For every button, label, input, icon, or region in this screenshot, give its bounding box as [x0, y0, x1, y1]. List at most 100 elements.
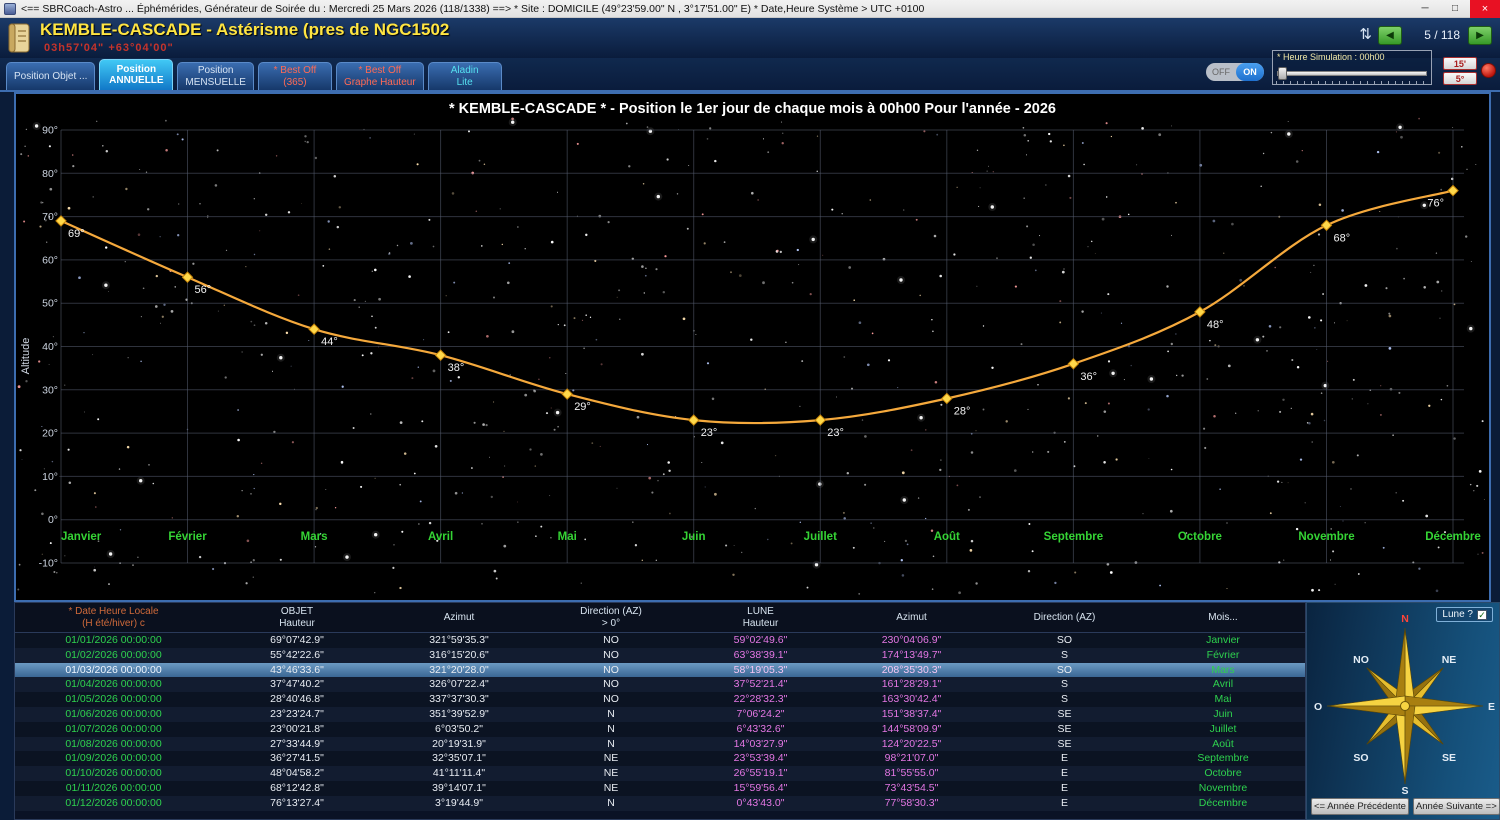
table-cell: NO: [603, 678, 619, 691]
table-row[interactable]: 01/05/2026 00:00:00 28°40'46.8" 337°37'30.…: [15, 692, 1305, 707]
tab-label: Position: [197, 65, 234, 76]
table-cell: NE: [603, 767, 619, 780]
minimize-button[interactable]: ─: [1410, 0, 1440, 18]
tab-label: Position Objet ...: [14, 70, 88, 82]
slider-track[interactable]: [1277, 71, 1427, 76]
data-point-marker[interactable]: [561, 388, 573, 400]
table-cell: Janvier: [1206, 634, 1240, 646]
table-row[interactable]: 01/06/2026 00:00:00 23°23'24.7" 351°39'52.…: [15, 706, 1305, 722]
data-point-marker[interactable]: [1067, 358, 1080, 370]
tab-position-mensuelle[interactable]: Position MENSUELLE: [177, 62, 254, 90]
window-title: <== SBRCoach-Astro ... Éphémérides, Géné…: [21, 2, 925, 15]
off-on-toggle[interactable]: OFF ON: [1206, 63, 1264, 81]
step-5deg-button[interactable]: 5°: [1443, 72, 1477, 85]
table-cell: N: [607, 722, 615, 735]
compass-rose: N NE E SE S SO O NO: [1314, 613, 1495, 797]
table-row[interactable]: 01/12/2026 00:00:00 76°13'27.4" 3°19'44.9"…: [15, 795, 1305, 811]
y-axis-label: Altitude: [20, 338, 32, 375]
table-row[interactable]: 01/11/2026 00:00:00 68°12'42.8" 39°14'07.1…: [15, 780, 1305, 796]
table-cell: 316°15'20.6": [429, 648, 489, 661]
tab-position-objet[interactable]: Position Objet ...: [6, 62, 96, 90]
ephemeris-table: * Date Heure Locale (H été/hiver) c OBJE…: [14, 602, 1306, 820]
chart-title: * KEMBLE-CASCADE * - Position le 1er jou…: [449, 101, 1056, 117]
table-cell: NO: [603, 693, 619, 706]
tab-label: Position: [116, 63, 157, 75]
header-text: Azimut: [443, 611, 475, 623]
header-date: * Date Heure Locale (H été/hiver) c: [15, 603, 212, 632]
record-indicator[interactable]: [1481, 63, 1496, 78]
tab-best-off-graphe[interactable]: * Best Off Graphe Hauteur: [335, 62, 424, 90]
object-coordinates: 03h57'04" +63°04'00": [44, 42, 174, 54]
tab-best-off-365[interactable]: * Best Off (365): [257, 62, 332, 90]
table-cell: 48°04'58.2": [270, 767, 324, 780]
month-label: Mars: [301, 531, 328, 543]
slider-thumb[interactable]: [1278, 67, 1287, 80]
table-cell: NE: [603, 752, 619, 765]
table-cell: Juin: [1213, 707, 1233, 720]
data-point-marker[interactable]: [1447, 184, 1459, 197]
previous-object-button[interactable]: ◀: [1378, 26, 1402, 45]
tab-label: Lite: [456, 76, 473, 88]
table-row[interactable]: 01/02/2026 00:00:00 55°42'22.6" 316°15'20.…: [15, 647, 1305, 663]
close-button[interactable]: ×: [1470, 0, 1500, 18]
table-cell: 69°07'42.9": [270, 634, 324, 646]
table-cell: S: [1060, 648, 1068, 661]
table-row[interactable]: 01/10/2026 00:00:00 48°04'58.2" 41°11'11.4…: [15, 766, 1305, 781]
tabs-container: Position Objet ... Position ANNUELLE Pos…: [6, 59, 502, 90]
table-cell: E: [1060, 767, 1068, 780]
header-mois: Mois...: [1141, 603, 1305, 632]
data-point-marker[interactable]: [687, 414, 700, 426]
compass-direction-label: SE: [1442, 752, 1456, 764]
table-cell: SE: [1057, 722, 1072, 735]
table-cell: 01/02/2026 00:00:00: [65, 648, 162, 661]
table-row[interactable]: 01/08/2026 00:00:00 27°33'44.9" 20°19'31.9…: [15, 736, 1305, 752]
tab-label: Graphe Hauteur: [343, 76, 416, 88]
table-cell: 174°13'49.7": [881, 648, 942, 661]
tab-label: ANNUELLE: [109, 75, 164, 86]
y-tick-label: 20°: [42, 428, 58, 440]
header-direction-az: Direction (AZ) > 0°: [536, 603, 686, 632]
compass-direction-label: NE: [1442, 654, 1457, 666]
data-point-marker[interactable]: [1320, 219, 1333, 232]
table-row[interactable]: 01/04/2026 00:00:00 37°47'40.2" 326°07'22.…: [15, 677, 1305, 693]
table-row[interactable]: 01/01/2026 00:00:00 69°07'42.9" 321°59'35.…: [15, 633, 1305, 648]
step-15min-button[interactable]: 15': [1443, 57, 1477, 70]
maximize-button[interactable]: □: [1440, 0, 1470, 18]
table-cell: 3°19'44.9": [435, 796, 483, 809]
data-point-marker[interactable]: [181, 271, 194, 283]
table-cell: N: [607, 796, 615, 809]
y-tick-label: 50°: [42, 298, 58, 310]
swap-arrows-icon[interactable]: ⇅: [1359, 25, 1372, 43]
tab-label: Aladin: [450, 65, 479, 76]
next-object-button[interactable]: ▶: [1468, 26, 1492, 45]
point-label: 28°: [954, 406, 971, 418]
table-cell: 01/06/2026 00:00:00: [65, 707, 162, 720]
simulation-time-slider[interactable]: [1277, 67, 1427, 81]
tab-aladin-lite[interactable]: Aladin Lite: [427, 62, 502, 90]
altitude-chart-panel: 90° 80° 70° 60° 50° 40° 30° 20° 10° 0° -10° Janvier…: [14, 92, 1491, 602]
next-year-button[interactable]: Année Suivante =>: [1412, 798, 1500, 815]
table-row[interactable]: 01/03/2026 00:00:00 43°46'33.6" 321°20'28.…: [15, 662, 1305, 678]
header-text: > 0°: [601, 617, 621, 629]
tab-position-annuelle[interactable]: Position ANNUELLE: [99, 59, 174, 90]
compass-panel: Lune ? ✓ N NE E SE S SO O NO <= Année Précédent…: [1306, 602, 1500, 820]
y-tick-label: 60°: [42, 254, 58, 266]
table-cell: 337°37'30.3": [429, 693, 489, 706]
table-cell: S: [1060, 693, 1068, 706]
data-point-marker[interactable]: [941, 392, 953, 405]
table-row[interactable]: 01/07/2026 00:00:00 23°00'21.8" 6°03'50.2"…: [15, 721, 1305, 737]
data-point-marker[interactable]: [308, 323, 320, 335]
header-lune-azimut: Azimut: [835, 603, 988, 632]
data-point-marker[interactable]: [1194, 306, 1206, 318]
table-row[interactable]: 01/09/2026 00:00:00 36°27'41.5" 32°35'07.1…: [15, 751, 1305, 767]
previous-year-button[interactable]: <= Année Précédente: [1311, 798, 1409, 815]
data-point-marker[interactable]: [814, 414, 827, 426]
y-tick-label: 0°: [48, 514, 58, 526]
data-point-marker[interactable]: [434, 349, 447, 361]
simulation-panel: * Heure Simulation : 00h00: [1272, 50, 1432, 85]
month-label: Novembre: [1298, 531, 1354, 543]
month-label: Juin: [682, 531, 706, 543]
simulation-time-label: * Heure Simulation : 00h00: [1277, 52, 1385, 62]
compass-direction-label: O: [1314, 701, 1322, 713]
header-objet-hauteur: OBJET Hauteur: [212, 603, 382, 632]
